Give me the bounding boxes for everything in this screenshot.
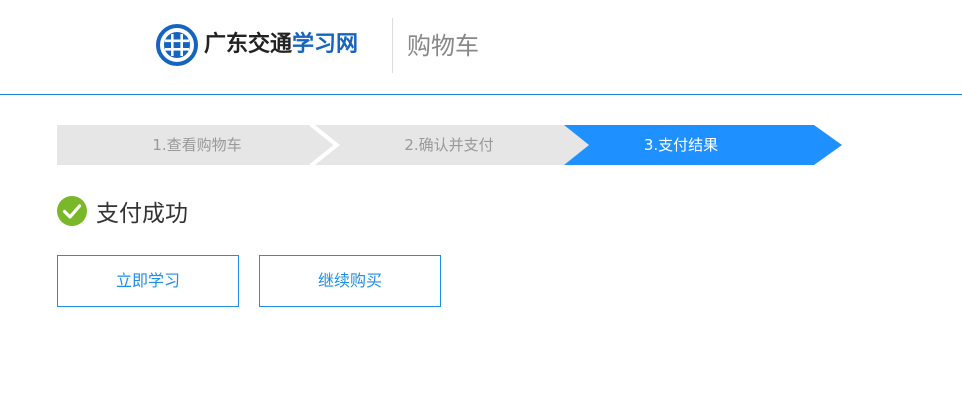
- header-divider: [392, 18, 393, 73]
- logo-text-blue: 学习网: [292, 32, 359, 57]
- logo-text-dark: 广东交通: [204, 32, 293, 57]
- guangdong-transport-logo-icon: [156, 24, 198, 66]
- logo-text: 广东交通学习网: [204, 24, 358, 66]
- page-title: 购物车: [407, 32, 479, 60]
- continue-shopping-button[interactable]: 继续购买: [259, 255, 441, 307]
- site-logo[interactable]: 广东交通学习网: [156, 24, 358, 66]
- header-bar: 广东交通学习网 购物车: [0, 0, 962, 95]
- checkout-progress-steps: 1.查看购物车 2.确认并支付 3.支付结果: [57, 125, 847, 165]
- payment-success-message: 支付成功: [96, 201, 188, 227]
- step-3-label: 3.支付结果: [643, 136, 719, 154]
- step-2-label: 2.确认并支付: [404, 136, 494, 154]
- step-1-label: 1.查看购物车: [152, 136, 242, 154]
- study-now-button[interactable]: 立即学习: [57, 255, 239, 307]
- payment-result: 支付成功: [57, 194, 188, 228]
- check-circle-icon: [57, 196, 87, 226]
